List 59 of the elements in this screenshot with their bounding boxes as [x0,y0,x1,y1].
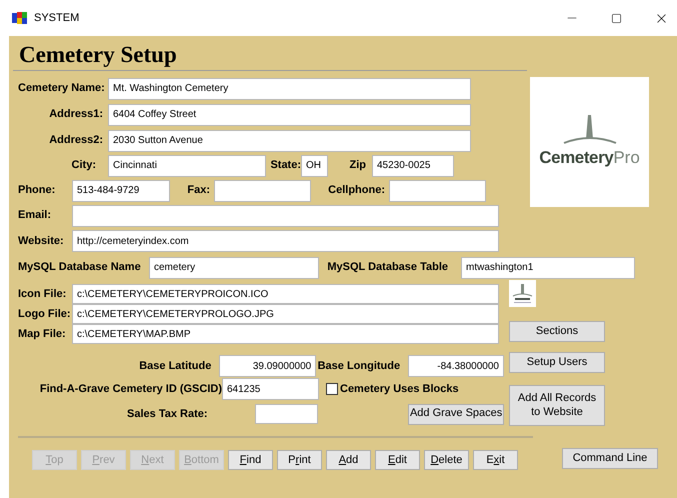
setup-users-button[interactable]: Setup Users [509,352,605,373]
field-label: Map File: [18,326,67,342]
text-field[interactable] [389,180,486,202]
text-field[interactable]: mtwashington1 [461,256,635,278]
field-label: Website: [18,234,65,249]
field-label: Base Longitude [316,358,400,374]
field-label: Email: [18,208,52,224]
maximize-icon[interactable] [611,12,622,24]
text-field[interactable]: OH [301,154,328,176]
field-label: MySQL Database Name [18,260,142,276]
field-label: Icon File: [18,286,68,302]
field-label: Base Latitude [138,358,212,374]
text-field[interactable]: 513-484-9729 [72,180,170,202]
field-label: Address2: [48,133,103,148]
nav-button[interactable]: Exit [473,450,518,470]
text-field[interactable]: 641235 [222,378,319,400]
field-label: Sales Tax Rate: [126,406,208,422]
nav-button[interactable]: Add [326,450,371,470]
text-field[interactable] [72,204,499,226]
text-field[interactable]: 39.09000000 [219,355,316,377]
field-label: Cemetery Uses Blocks [339,382,460,397]
text-field[interactable]: Cincinnati [108,154,266,176]
field-label: Phone: [18,183,56,198]
field-label: Address1: [48,107,103,122]
nav-button[interactable]: Find [228,450,273,470]
window-title: SYSTEM [34,10,80,26]
text-field[interactable]: c:\CEMETERY\MAP.BMP [72,324,499,344]
add-grave-spaces-button[interactable]: Add Grave Spaces [408,404,504,424]
command-line-button[interactable]: Command Line [562,448,658,469]
text-field[interactable]: Mt. Washington Cemetery [108,78,471,100]
text-field[interactable] [255,404,318,424]
field-label: Zip [348,158,366,174]
add-all-records-button[interactable]: Add All Records to Website [509,385,605,426]
sections-button[interactable]: Sections [509,321,605,342]
text-field[interactable]: 2030 Sutton Avenue [108,130,471,152]
field-label: City: [70,158,96,174]
text-field[interactable] [214,180,311,202]
field-label: Logo File: [18,306,72,322]
text-field[interactable]: c:\CEMETERY\CEMETERYPROLOGO.JPG [72,304,499,324]
nav-button[interactable]: Edit [375,450,420,470]
field-label: State: [269,158,301,174]
field-label: Cemetery Name: [18,81,103,96]
page-heading: Cemetery Setup [19,41,178,69]
text-field[interactable]: cemetery [149,256,319,278]
text-field[interactable]: -84.38000000 [408,355,504,377]
field-label: MySQL Database Table [326,260,448,276]
field-label: Fax: [186,183,210,198]
field-label: Cellphone: [327,183,385,198]
nav-button[interactable]: Print [277,450,322,470]
logo-text: Cemetery [539,147,614,170]
nav-button[interactable]: Delete [424,450,469,470]
logo-suffix: Pro [613,147,640,170]
text-field[interactable]: c:\CEMETERY\CEMETERYPROICON.ICO [72,284,499,304]
text-field[interactable]: 6404 Coffey Street [108,104,471,126]
checkbox[interactable] [326,383,338,395]
text-field[interactable]: http://cemeteryindex.com [72,230,499,252]
text-field[interactable]: 45230-0025 [372,154,454,176]
app-icon [12,11,28,25]
field-label: Find-A-Grave Cemetery ID (GSCID) [38,382,222,397]
